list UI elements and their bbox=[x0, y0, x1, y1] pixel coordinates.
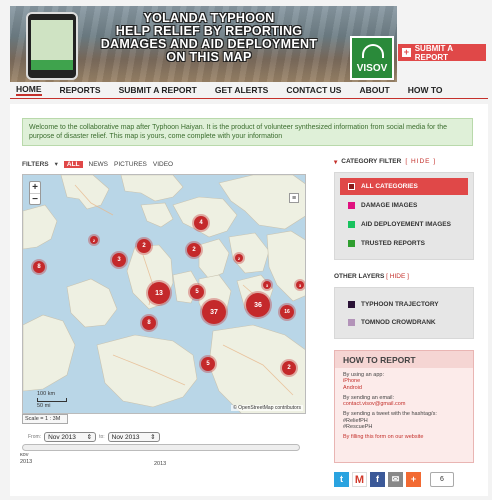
map-cluster[interactable]: 2 bbox=[137, 239, 151, 253]
category-all[interactable]: ALL CATEGORIES bbox=[340, 178, 468, 195]
zoom-out-button[interactable]: − bbox=[30, 193, 40, 205]
category-swatch bbox=[348, 221, 355, 228]
filter-all[interactable]: ALL bbox=[63, 160, 83, 168]
category-swatch bbox=[348, 183, 355, 190]
layer-swatch bbox=[348, 300, 355, 308]
map-cluster[interactable]: 37 bbox=[202, 300, 226, 324]
other-layers-header: OTHER LAYERS [ HIDE ] bbox=[334, 273, 409, 280]
submit-report-button[interactable]: + SUBMIT A REPORT bbox=[398, 44, 486, 62]
zoom-in-button[interactable]: + bbox=[30, 182, 40, 193]
category-aid-deployment-images[interactable]: AID DEPLOYEMENT IMAGES bbox=[340, 216, 468, 233]
email-icon[interactable]: ✉ bbox=[388, 472, 403, 487]
nav-home[interactable]: HOME bbox=[16, 84, 42, 96]
layers-switcher-icon[interactable]: ≡ bbox=[289, 193, 299, 203]
header-banner: YOLANDA TYPHOON HELP RELIEF BY REPORTING… bbox=[10, 6, 397, 82]
map-scale-text: Scale = 1 : 3M bbox=[22, 414, 68, 424]
category-swatch bbox=[348, 202, 355, 209]
nav-submit-report[interactable]: SUBMIT A REPORT bbox=[119, 85, 197, 95]
share-count: 6 bbox=[430, 472, 454, 487]
filter-news[interactable]: NEWS bbox=[89, 161, 109, 168]
nav-how-to[interactable]: HOW TO bbox=[408, 85, 443, 95]
filter-video[interactable]: VIDEO bbox=[153, 161, 173, 168]
filters-label: FILTERS bbox=[22, 160, 49, 168]
category-hide-link[interactable]: [ HIDE ] bbox=[405, 158, 436, 166]
map-cluster[interactable]: 8 bbox=[33, 261, 45, 273]
category-list: ALL CATEGORIES DAMAGE IMAGES AID DEPLOYE… bbox=[334, 172, 474, 260]
map-cluster[interactable]: 2 bbox=[90, 236, 98, 244]
map-cluster[interactable]: 5 bbox=[190, 285, 204, 299]
how-to-report-box: HOW TO REPORT By using an app: iPhone An… bbox=[334, 350, 474, 463]
map-attribution[interactable]: © OpenStreetMap contributors bbox=[231, 405, 303, 411]
facebook-icon[interactable]: f bbox=[370, 472, 385, 487]
map-cluster[interactable]: 5 bbox=[201, 357, 215, 371]
triangle-down-icon: ▾ bbox=[334, 159, 338, 166]
map-cluster[interactable]: 2 bbox=[235, 254, 243, 262]
main-nav: HOME REPORTS SUBMIT A REPORT GET ALERTS … bbox=[10, 82, 442, 98]
form-link[interactable]: By filling this form on our website bbox=[343, 434, 465, 440]
nav-divider bbox=[10, 98, 488, 99]
twitter-icon[interactable]: t bbox=[334, 472, 349, 487]
to-date-select[interactable]: Nov 2013 ⇕ bbox=[107, 432, 160, 442]
map-cluster[interactable]: 3 bbox=[263, 281, 271, 289]
other-layers-hide-link[interactable]: [ HIDE ] bbox=[386, 273, 409, 280]
banner-title: YOLANDA TYPHOON HELP RELIEF BY REPORTING… bbox=[100, 11, 318, 64]
nav-about[interactable]: ABOUT bbox=[359, 85, 389, 95]
map-cluster[interactable]: 13 bbox=[148, 282, 170, 304]
how-to-report-title: HOW TO REPORT bbox=[335, 351, 473, 368]
map-cluster[interactable]: 4 bbox=[194, 216, 208, 230]
other-layers-list: TYPHOON TRAJECTORY TOMNOD CROWDRANK bbox=[334, 287, 474, 339]
share-bar: t M f ✉ + 6 bbox=[334, 472, 454, 487]
share-plus-icon[interactable]: + bbox=[406, 472, 421, 487]
map-cluster[interactable]: 2 bbox=[282, 361, 296, 375]
timeline-label-mid: 2013 bbox=[154, 461, 167, 467]
nav-reports[interactable]: REPORTS bbox=[60, 85, 101, 95]
category-filter-header: ▾ CATEGORY FILTER [ HIDE ] bbox=[334, 158, 437, 166]
welcome-message: Welcome to the collaborative map after T… bbox=[22, 118, 473, 146]
layer-swatch bbox=[348, 318, 355, 326]
date-range: From: Nov 2013 ⇕ to: Nov 2013 ⇕ bbox=[28, 432, 160, 442]
filter-dropdown-icon[interactable]: ▾ bbox=[55, 160, 58, 168]
phone-illustration bbox=[26, 12, 78, 80]
timeline-slider[interactable] bbox=[22, 444, 300, 451]
reports-map[interactable]: + − ≡ 8 2 2 4 3 2 2 3 13 5 3 37 36 16 8 … bbox=[22, 174, 306, 414]
category-trusted-reports[interactable]: TRUSTED REPORTS bbox=[340, 235, 468, 252]
signal-icon bbox=[362, 44, 384, 58]
media-filters: FILTERS ▾ ALL NEWS PICTURES VIDEO bbox=[22, 160, 173, 168]
map-cluster[interactable]: 8 bbox=[142, 316, 156, 330]
from-date-select[interactable]: Nov 2013 ⇕ bbox=[44, 432, 97, 442]
zoom-controls: + − bbox=[29, 181, 41, 205]
category-damage-images[interactable]: DAMAGE IMAGES bbox=[340, 197, 468, 214]
to-label: to: bbox=[99, 434, 105, 440]
timeline-label-left: κον 2013 bbox=[20, 452, 33, 465]
layer-tomnod-crowdrank[interactable]: TOMNOD CROWDRANK bbox=[340, 313, 468, 331]
map-cluster[interactable]: 36 bbox=[246, 293, 270, 317]
from-label: From: bbox=[28, 434, 42, 440]
visov-logo[interactable]: VISOV bbox=[350, 36, 394, 80]
gmail-icon[interactable]: M bbox=[352, 472, 367, 487]
nav-contact-us[interactable]: CONTACT US bbox=[286, 85, 341, 95]
map-scale-bar: 100 km 50 mi bbox=[37, 391, 67, 409]
map-cluster[interactable]: 3 bbox=[296, 281, 304, 289]
plus-icon: + bbox=[402, 47, 411, 57]
category-swatch bbox=[348, 240, 355, 247]
map-cluster[interactable]: 16 bbox=[280, 305, 294, 319]
filter-pictures[interactable]: PICTURES bbox=[114, 161, 147, 168]
layer-typhoon-trajectory[interactable]: TYPHOON TRAJECTORY bbox=[340, 295, 468, 313]
map-cluster[interactable]: 2 bbox=[187, 243, 201, 257]
nav-get-alerts[interactable]: GET ALERTS bbox=[215, 85, 269, 95]
map-cluster[interactable]: 3 bbox=[112, 253, 126, 267]
